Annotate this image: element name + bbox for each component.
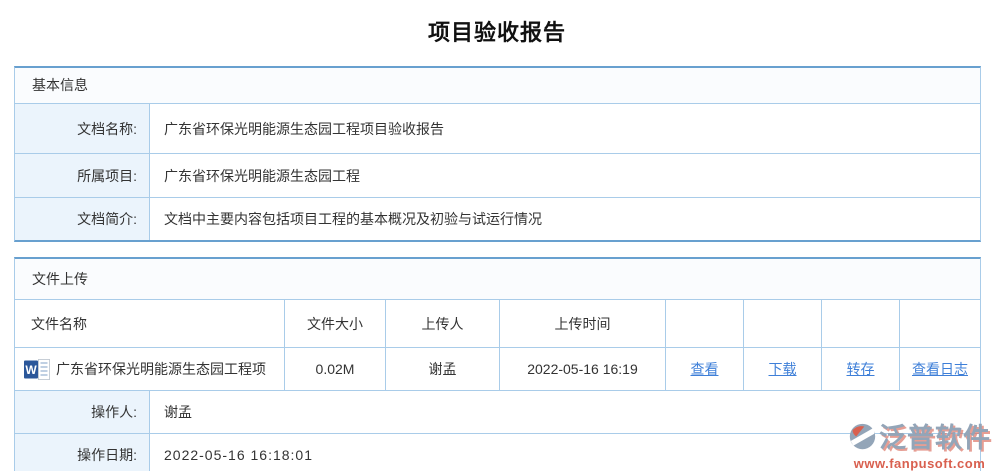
column-header-action-4	[900, 300, 980, 347]
column-header-action-3	[822, 300, 900, 347]
doc-name-value: 广东省环保光明能源生态园工程项目验收报告	[150, 104, 980, 153]
page-title: 项目验收报告	[427, 20, 566, 45]
operation-date-row: 操作日期: 2022-05-16 16:18:01	[15, 433, 980, 471]
svg-text:W: W	[25, 363, 37, 377]
file-table-row: W 广东省环保光明能源生态园工程项 0.02M 谢孟 2022-05-16 16…	[15, 347, 980, 390]
project-row: 所属项目: 广东省环保光明能源生态园工程	[15, 153, 980, 197]
file-size-cell: 0.02M	[285, 348, 386, 390]
doc-name-row: 文档名称: 广东省环保光明能源生态园工程项目验收报告	[15, 103, 980, 153]
basic-info-section: 基本信息 文档名称: 广东省环保光明能源生态园工程项目验收报告 所属项目: 广东…	[14, 66, 981, 242]
column-header-file-name: 文件名称	[15, 300, 285, 347]
project-value: 广东省环保光明能源生态园工程	[150, 154, 980, 197]
file-action-transfer-cell: 转存	[822, 348, 900, 390]
doc-name-label: 文档名称:	[15, 104, 150, 153]
operator-value: 谢孟	[150, 391, 980, 433]
file-table-header-row: 文件名称 文件大小 上传人 上传时间	[15, 299, 980, 347]
column-header-action-1	[666, 300, 744, 347]
basic-info-section-header: 基本信息	[15, 68, 980, 103]
transfer-save-link[interactable]: 转存	[847, 359, 875, 379]
file-uploader-cell: 谢孟	[386, 348, 500, 390]
file-action-viewlog-cell: 查看日志	[900, 348, 980, 390]
project-acceptance-report-page: 项目验收报告 基本信息 文档名称: 广东省环保光明能源生态园工程项目验收报告 所…	[0, 0, 994, 471]
view-link[interactable]: 查看	[691, 359, 719, 379]
column-header-uploader: 上传人	[386, 300, 500, 347]
doc-summary-label: 文档简介:	[15, 198, 150, 240]
file-upload-section-header: 文件上传	[15, 259, 980, 299]
column-header-upload-time: 上传时间	[500, 300, 666, 347]
file-action-download-cell: 下载	[744, 348, 822, 390]
file-upload-section: 文件上传 文件名称 文件大小 上传人 上传时间 W 广东省环保光明能源生态园工程…	[14, 257, 981, 471]
file-action-view-cell: 查看	[666, 348, 744, 390]
download-link[interactable]: 下载	[769, 359, 797, 379]
project-label: 所属项目:	[15, 154, 150, 197]
column-header-file-size: 文件大小	[285, 300, 386, 347]
view-log-link[interactable]: 查看日志	[912, 359, 968, 379]
file-name-cell: W 广东省环保光明能源生态园工程项	[15, 348, 285, 390]
operator-row: 操作人: 谢孟	[15, 390, 980, 433]
operation-date-value: 2022-05-16 16:18:01	[150, 434, 980, 471]
operation-date-label: 操作日期:	[15, 434, 150, 471]
word-file-icon: W	[24, 358, 50, 380]
doc-summary-value: 文档中主要内容包括项目工程的基本概况及初验与试运行情况	[150, 198, 980, 240]
column-header-action-2	[744, 300, 822, 347]
doc-summary-row: 文档简介: 文档中主要内容包括项目工程的基本概况及初验与试运行情况	[15, 197, 980, 240]
file-name-text: 广东省环保光明能源生态园工程项	[56, 361, 266, 377]
operator-label: 操作人:	[15, 391, 150, 433]
file-upload-time-cell: 2022-05-16 16:19	[500, 348, 666, 390]
